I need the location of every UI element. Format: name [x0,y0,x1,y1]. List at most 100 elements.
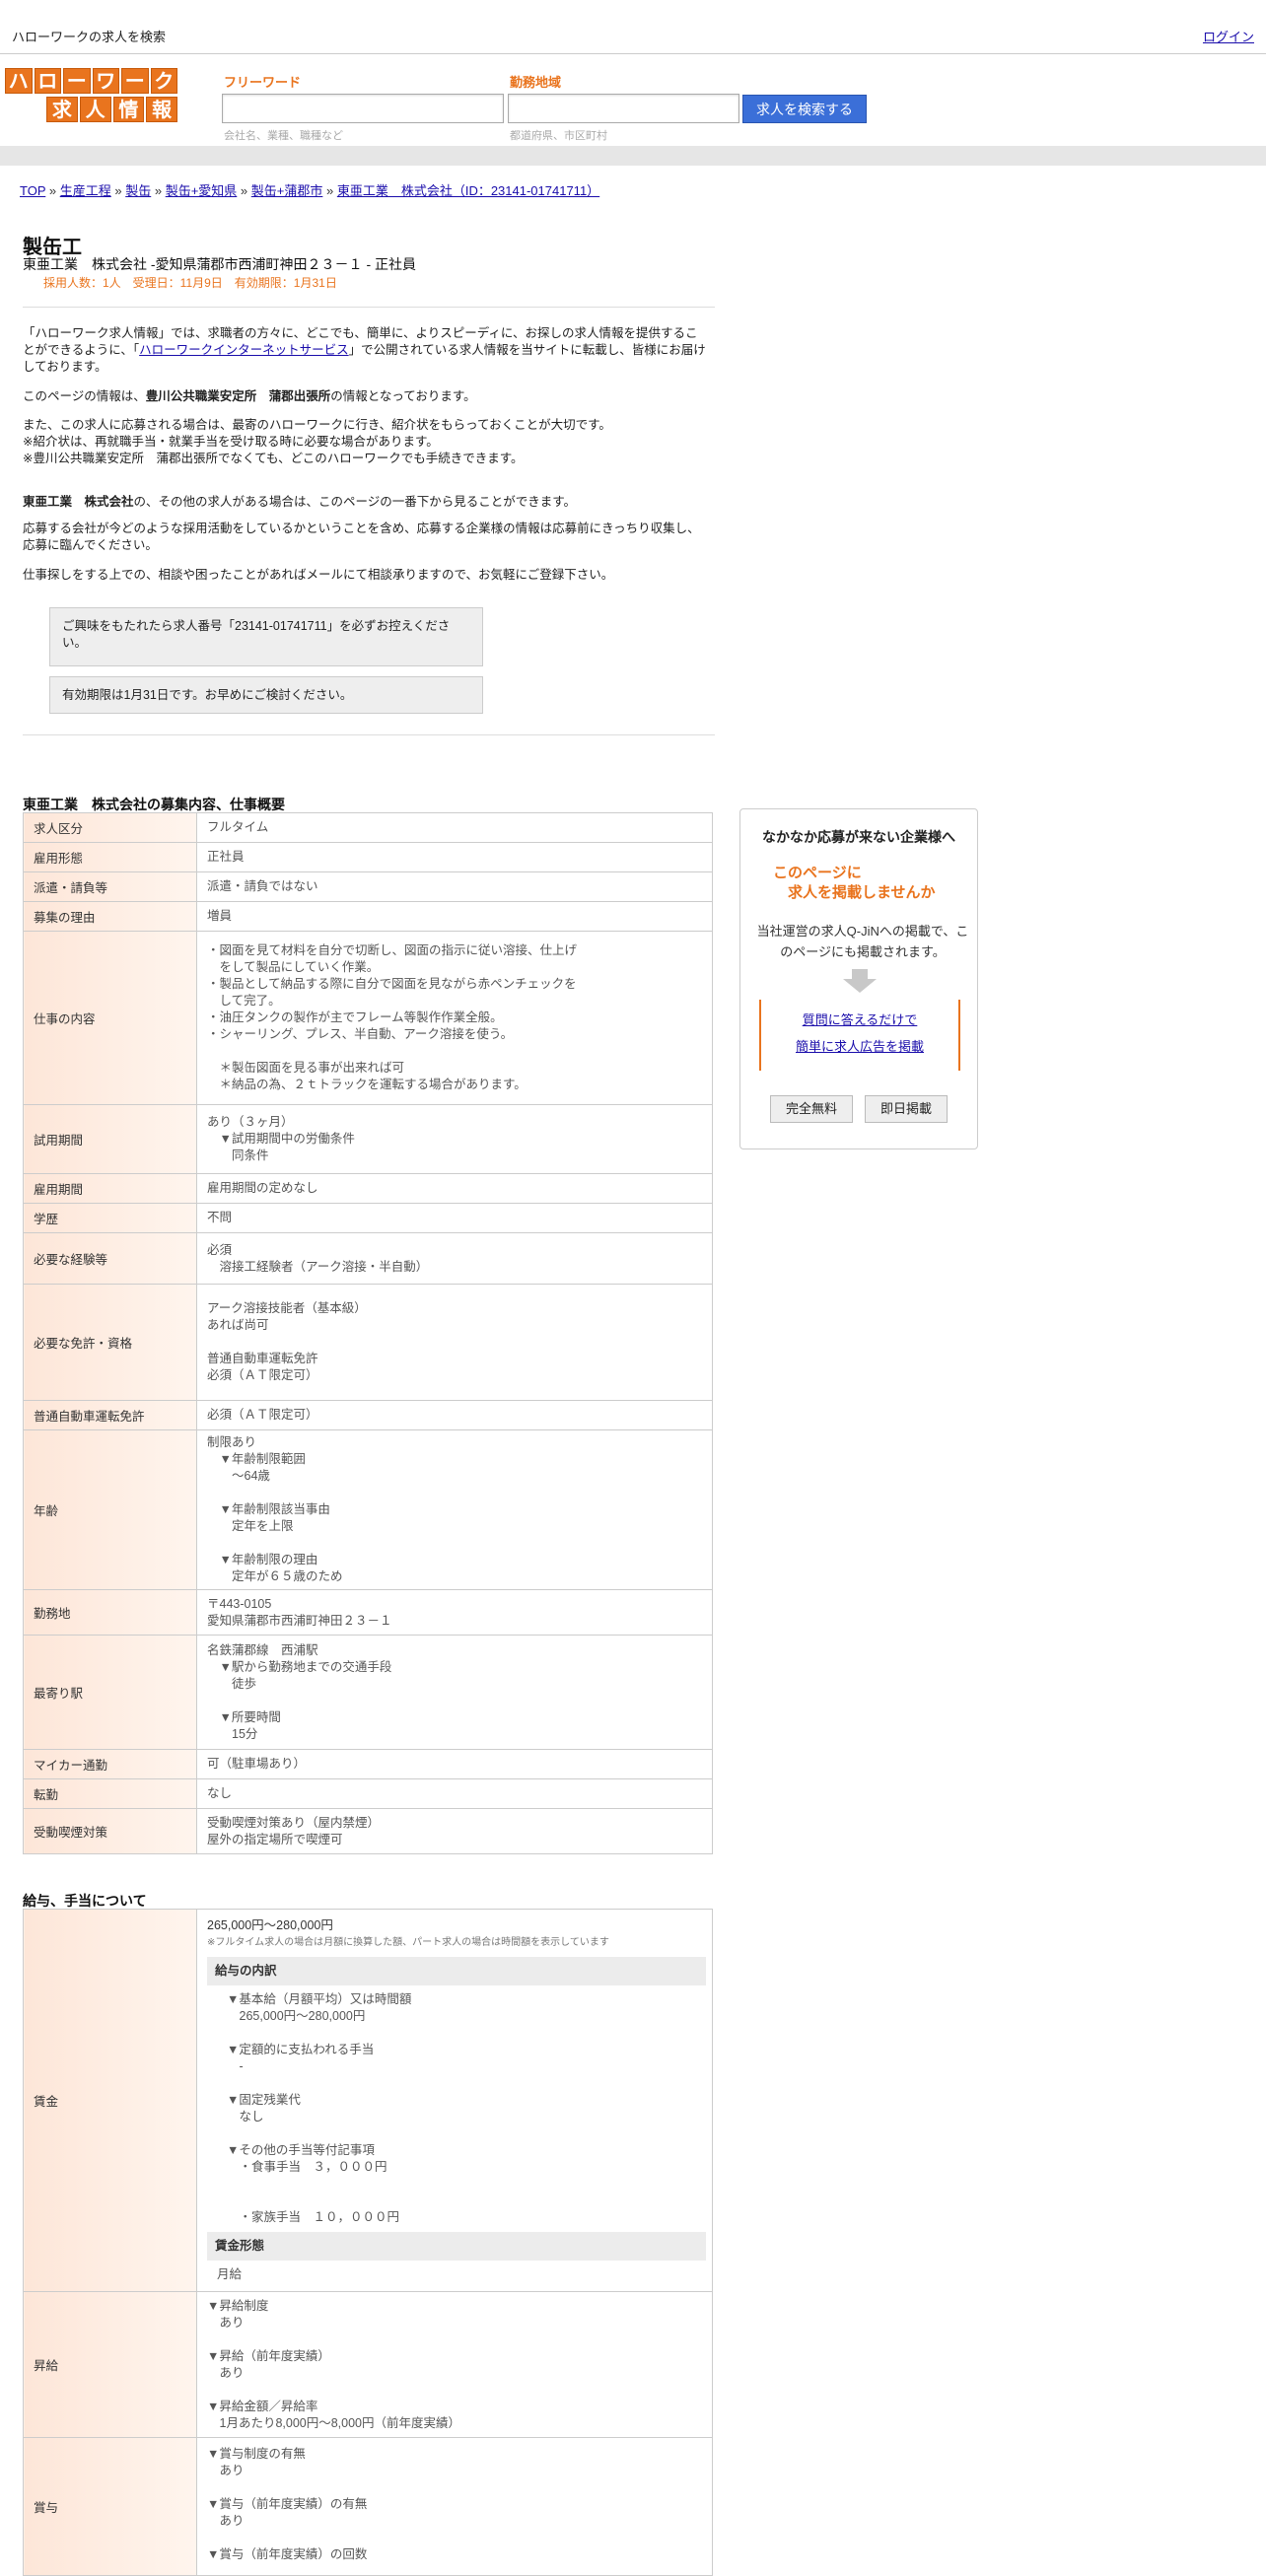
logo-tile: ロ [34,68,61,94]
row-key: 年齢 [23,1429,197,1590]
row-key: 普通自動車運転免許 [23,1400,197,1430]
row-value: 受動喫煙対策あり（屋内禁煙） 屋外の指定場所で喫煙可 [196,1808,713,1854]
row-value: ▼昇給制度 あり ▼昇給（前年度実績） あり ▼昇給金額／昇給率 1月あたり8,… [196,2291,713,2438]
logo-tile: ー [63,68,91,94]
breadcrumb-link[interactable]: 生産工程 [60,183,111,198]
breadcrumb-link[interactable]: 製缶 [125,183,151,198]
row-value: 正社員 [196,842,713,872]
intro-text: このページの情報は、 [23,389,146,403]
keyword-hint: 会社名、業種、職種など [224,130,343,142]
logo-tile: 求 [46,97,78,122]
wage-range: 265,000円〜280,000円 [207,1918,333,1932]
job-details-table: 求人区分 フルタイム 雇用形態 正社員 派遣・請負等 派遣・請負ではない 募集の理由 増員 仕事… [23,812,713,1854]
breadcrumb: TOP » 生産工程 » 製缶 » 製缶+愛知県 » 製缶+蒲郡市 » 東亜工業… [20,180,599,199]
table-row: 必要な免許・資格 アーク溶接技能者（基本級） あれば尚可 普通自動車運転免許 必須… [23,1284,713,1401]
row-value: アーク溶接技能者（基本級） あれば尚可 普通自動車運転免許 必須（ＡＴ限定可） [196,1284,713,1401]
intro-paragraph-6: 仕事探しをする上での、相談や困ったことがあればメールにて相談承りますので、お気軽… [23,568,614,582]
table-row: 最寄り駅 名鉄蒲郡線 西浦駅 ▼駅から勤務地までの交通手段 徒歩 ▼所要時間 15… [23,1635,713,1750]
table-row: 派遣・請負等 派遣・請負ではない [23,871,713,902]
row-key: 雇用形態 [23,842,197,872]
job-subtitle: 東亜工業 株式会社 -愛知県蒲郡市西浦町神田２３－１ - 正社員 [23,256,416,272]
logo-tile: ハ [5,68,33,94]
row-value: 265,000円〜280,000円 ※フルタイム求人の場合は月額に換算した額、パ… [196,1909,713,2292]
row-value: 名鉄蒲郡線 西浦駅 ▼駅から勤務地までの交通手段 徒歩 ▼所要時間 15分 [196,1635,713,1750]
row-key: 受動喫煙対策 [23,1808,197,1854]
breadcrumb-separator: » [151,183,166,198]
sidebar-offer-line-2: 求人を掲載しませんか [788,884,936,901]
job-number-note: ご興味をもたれたら求人番号「23141-01741711」を必ずお控えください。 [49,607,483,666]
breadcrumb-link[interactable]: 東亜工業 株式会社（ID：23141-01741711） [337,183,599,198]
row-value: 〒443-0105 愛知県蒲郡市西浦町神田２３－１ [196,1589,713,1636]
row-value: ・図面を見て材料を自分で切断し、図面の指示に従い溶接、仕上げ をして製品にしてい… [196,931,713,1105]
row-key: 必要な免許・資格 [23,1284,197,1401]
same-day-button[interactable]: 即日掲載 [865,1095,948,1123]
table-row: マイカー通勤 可（駐車場あり） [23,1749,713,1779]
free-button[interactable]: 完全無料 [770,1095,853,1123]
breadcrumb-separator: » [322,183,337,198]
table-row: 雇用期間 雇用期間の定めなし [23,1173,713,1204]
area-label: 勤務地域 [510,75,562,90]
row-key: 仕事の内容 [23,931,197,1105]
wage-form-heading: 賃金形態 [207,2232,706,2261]
table-row: 受動喫煙対策 受動喫煙対策あり（屋内禁煙） 屋外の指定場所で喫煙可 [23,1808,713,1854]
sidebar-description: 当社運営の求人Q-JiNへの掲載で、このページにも掲載されます。 [756,924,969,959]
area-input[interactable] [508,94,739,123]
top-bar: ハローワークの求人を検索 ログイン [0,0,1266,54]
sidebar-heading: なかなか応募が来ない企業様へ [762,829,955,845]
job-meta: 採用人数：1人 受理日：11月9日 有効期限：1月31日 [43,276,337,290]
post-job-link-2[interactable]: 簡単に求人広告を掲載 [796,1039,924,1054]
row-value: 可（駐車場あり） [196,1749,713,1779]
row-key: 昇給 [23,2291,197,2438]
table-row: 賞与 ▼賞与制度の有無 あり ▼賞与（前年度実績）の有無 あり ▼賞与（前年度実… [23,2437,713,2576]
row-key: マイカー通勤 [23,1749,197,1779]
hellowork-internet-service-link[interactable]: ハローワークインターネットサービス [139,343,349,357]
breadcrumb-separator: » [237,183,251,198]
table-row: 必要な経験等 必須 溶接工経験者（アーク溶接・半自動） [23,1232,713,1285]
row-key: 最寄り駅 [23,1635,197,1750]
site-title: ハローワークの求人を検索 [12,30,167,44]
row-key: 賃金 [23,1909,197,2292]
breadcrumb-link[interactable]: 製缶+愛知県 [166,183,238,198]
row-value: あり（３ヶ月） ▼試用期間中の労働条件 同条件 [196,1104,713,1174]
intro-paragraph-5: 応募する会社が今どのような採用活動をしているかということを含め、応募する企業様の… [23,522,700,552]
logo-tile: ワ [92,68,119,94]
table-row: 試用期間 あり（３ヶ月） ▼試用期間中の労働条件 同条件 [23,1104,713,1174]
search-button[interactable]: 求人を検索する [742,95,867,123]
row-value: 派遣・請負ではない [196,871,713,902]
pay-table: 賃金 265,000円〜280,000円 ※フルタイム求人の場合は月額に換算した… [23,1909,713,2576]
row-value: フルタイム [196,812,713,843]
table-row: 募集の理由 増員 [23,901,713,932]
breadcrumb-separator: » [110,183,126,198]
breadcrumb-link[interactable]: TOP [20,183,45,198]
company-name: 東亜工業 株式会社 [23,495,134,509]
row-key: 勤務地 [23,1589,197,1636]
row-key: 派遣・請負等 [23,871,197,902]
row-value: 増員 [196,901,713,932]
row-value: 必須（ＡＴ限定可） [196,1400,713,1430]
row-value: 不問 [196,1203,713,1233]
row-value: 雇用期間の定めなし [196,1173,713,1204]
post-job-link-1[interactable]: 質問に答えるだけで [803,1012,918,1027]
logo-tile: 情 [112,97,145,122]
row-key: 賞与 [23,2437,197,2576]
site-logo[interactable]: ハローワーク 求人情報 [5,68,177,123]
down-arrow-icon [843,969,877,993]
intro-paragraph-1: 「ハローワーク求人情報」では、求職者の方々に、どこでも、簡単に、よりスピーディに… [23,325,709,376]
table-row: 求人区分 フルタイム [23,812,713,843]
section-heading-pay: 給与、手当について [23,1893,147,1909]
breadcrumb-separator: » [45,183,60,198]
office-name: 豊川公共職業安定所 蒲郡出張所 [145,389,331,403]
sidebar-link-box: 質問に答えるだけで 簡単に求人広告を掲載 [759,1000,960,1071]
table-row: 昇給 ▼昇給制度 あり ▼昇給（前年度実績） あり ▼昇給金額／昇給率 1月あた… [23,2291,713,2438]
area-hint: 都道府県、市区町村 [510,130,607,142]
row-key: 学歴 [23,1203,197,1233]
intro-paragraph-4: 東亜工業 株式会社の、その他の求人がある場合は、このページの一番下から見ることが… [23,494,709,511]
logo-line-2: 求人情報 [5,97,177,122]
row-value: ▼賞与制度の有無 あり ▼賞与（前年度実績）の有無 あり ▼賞与（前年度実績）の… [196,2437,713,2576]
intro-paragraph-2: このページの情報は、豊川公共職業安定所 蒲郡出張所の情報となっております。 [23,388,709,405]
logo-tile: 報 [146,97,177,122]
keyword-input[interactable] [222,94,504,123]
breadcrumb-link[interactable]: 製缶+蒲郡市 [251,183,323,198]
login-link[interactable]: ログイン [1203,27,1254,45]
logo-line-1: ハローワーク [5,68,177,94]
